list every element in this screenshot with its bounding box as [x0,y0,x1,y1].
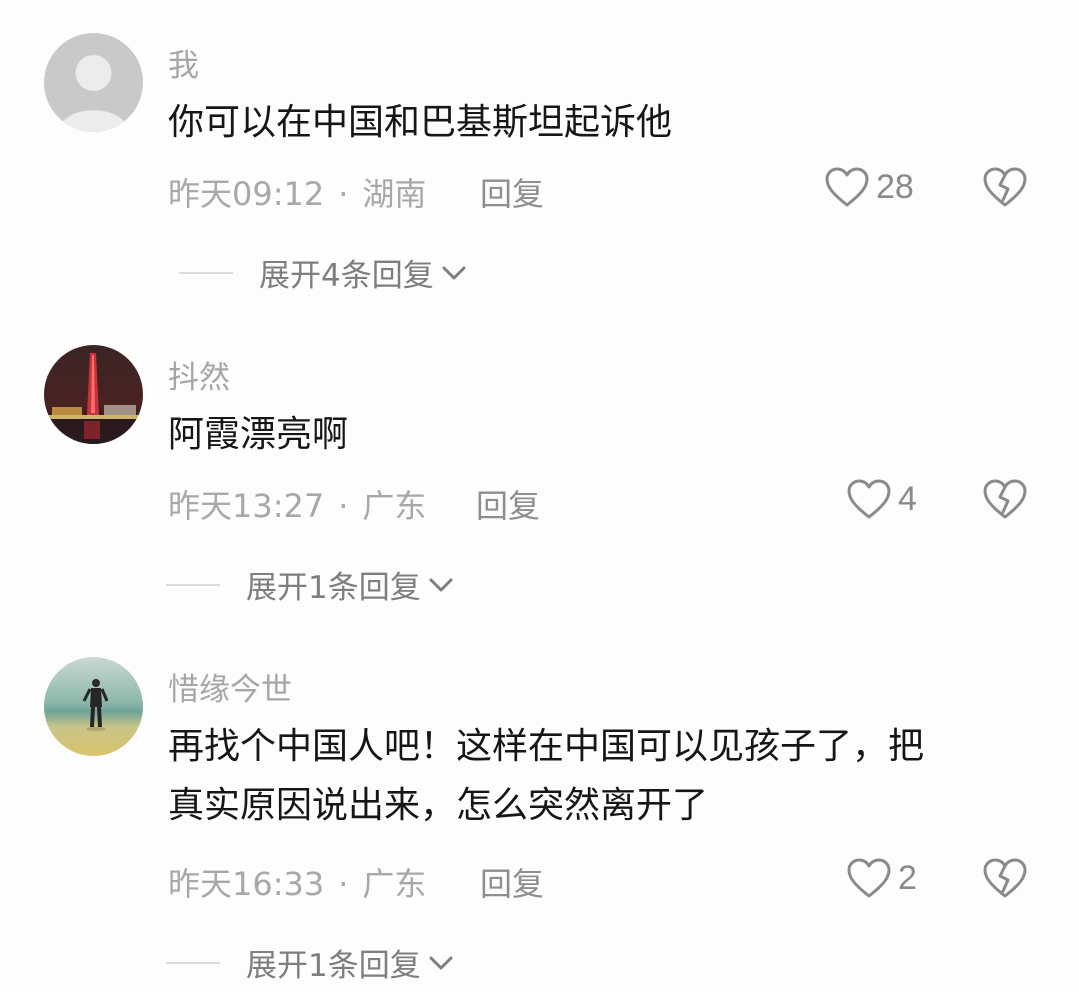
heart-outline-icon [847,858,891,898]
expand-divider [179,271,233,274]
like-button[interactable]: 28 [824,166,914,208]
like-count: 2 [898,858,917,897]
heart-outline-icon [847,479,891,519]
comment-location: 广东 [362,865,427,903]
comment-text: 再找个中国人吧！这样在中国可以见孩子了，把 真实原因说出来，怎么突然离开了 [168,717,1048,835]
comment-text: 阿霞漂亮啊 [168,414,349,455]
chevron-down-icon [429,956,453,969]
avatar[interactable] [44,657,143,756]
broken-heart-icon [983,858,1027,898]
reply-button[interactable]: 回复 [480,859,544,905]
heart-outline-icon [825,167,869,207]
dislike-button[interactable] [982,478,1028,524]
beach-person-avatar-icon [44,657,143,756]
comment-time: 昨天09:12 [168,175,325,213]
expand-replies-label: 展开1条回复 [246,570,421,606]
expand-replies-button[interactable]: 展开1条回复 [166,562,455,607]
expand-replies-button[interactable]: 展开4条回复 [179,250,468,295]
default-avatar-icon [44,33,143,132]
comment-time: 昨天13:27 [168,487,325,525]
comment-meta: 昨天16:33 · 广东 [168,859,426,905]
comment-location: 湖南 [362,175,427,213]
comment-username[interactable]: 惜缘今世 [168,664,292,709]
comment-username[interactable]: 抖然 [168,352,230,397]
expand-divider [166,961,220,964]
meta-separator: · [338,487,349,525]
avatar[interactable] [44,345,143,444]
expand-replies-label: 展开1条回复 [246,948,421,984]
comment-text: 你可以在中国和巴基斯坦起诉他 [168,102,673,143]
avatar[interactable] [44,33,143,132]
comment-location: 广东 [362,487,427,525]
reply-button[interactable]: 回复 [476,481,540,527]
like-count: 4 [898,479,917,518]
chevron-down-icon [442,266,466,279]
dislike-button[interactable] [982,857,1028,903]
like-count: 28 [876,167,914,206]
like-button[interactable]: 2 [846,857,917,899]
comment-time: 昨天16:33 [168,865,325,903]
expand-replies-button[interactable]: 展开1条回复 [166,940,455,985]
expand-replies-label: 展开4条回复 [259,258,434,294]
night-tower-avatar-icon [44,345,143,444]
expand-divider [166,583,220,586]
meta-separator: · [338,175,349,213]
comment-meta: 昨天13:27 · 广东 [168,481,426,527]
comment-text-line: 真实原因说出来，怎么突然离开了 [168,785,709,826]
comment-meta: 昨天09:12 · 湖南 [168,169,426,215]
reply-button[interactable]: 回复 [480,169,544,215]
broken-heart-icon [983,479,1027,519]
chevron-down-icon [429,578,453,591]
dislike-button[interactable] [982,166,1028,212]
broken-heart-icon [983,167,1027,207]
comment-text-line: 再找个中国人吧！这样在中国可以见孩子了，把 [168,726,925,767]
meta-separator: · [338,865,349,903]
like-button[interactable]: 4 [846,478,917,520]
comment-username[interactable]: 我 [168,40,199,85]
